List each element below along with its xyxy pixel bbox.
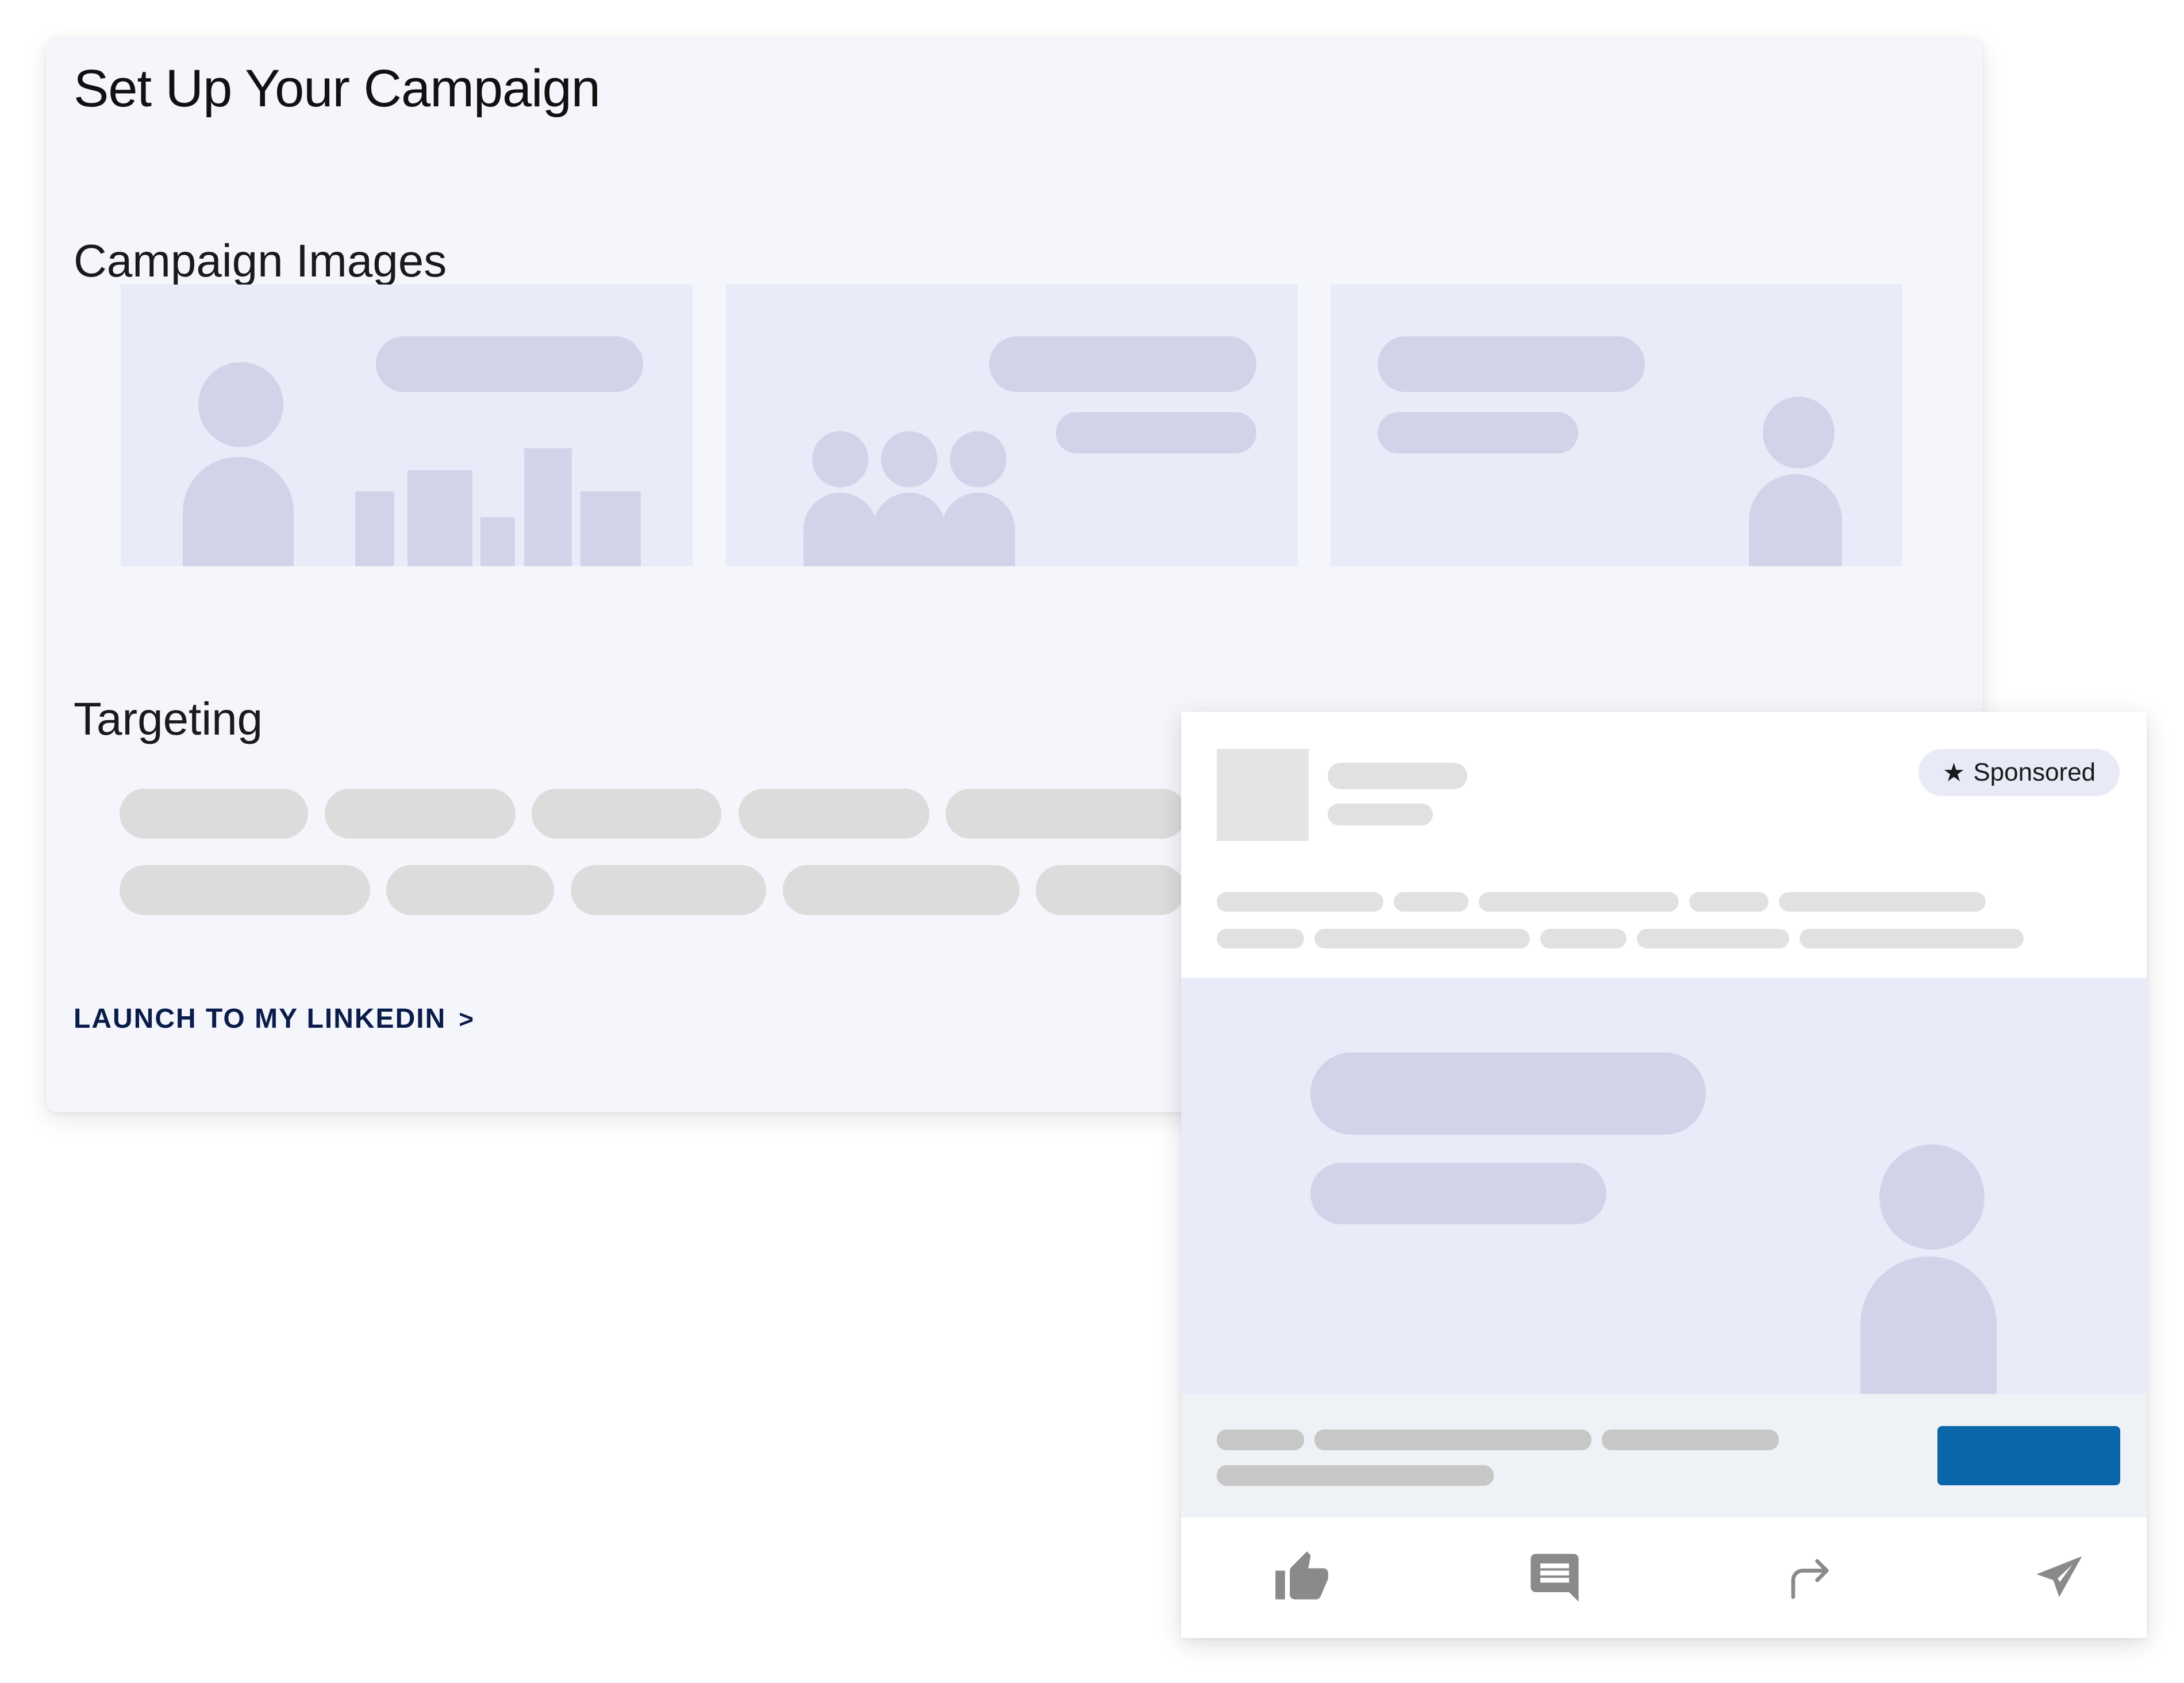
person-head-shape bbox=[950, 431, 1006, 487]
headline-placeholder bbox=[1378, 336, 1645, 392]
campaign-image-3[interactable] bbox=[1331, 285, 1902, 566]
subline-placeholder bbox=[1056, 412, 1256, 454]
sponsored-badge: ★ Sponsored bbox=[1918, 749, 2120, 796]
person-body-shape bbox=[1860, 1257, 1997, 1394]
post-text-placeholder bbox=[1314, 929, 1530, 948]
post-text-placeholder bbox=[1800, 929, 2024, 948]
post-text-placeholder bbox=[1217, 892, 1383, 912]
person-body-shape bbox=[872, 493, 946, 566]
post-text-placeholder bbox=[1479, 892, 1679, 912]
share-icon[interactable] bbox=[1779, 1549, 1836, 1607]
comment-icon[interactable] bbox=[1526, 1549, 1583, 1607]
targeting-chip[interactable] bbox=[325, 789, 516, 839]
headline-placeholder bbox=[989, 336, 1256, 392]
targeting-chip[interactable] bbox=[120, 865, 370, 915]
targeting-chip[interactable] bbox=[1036, 865, 1185, 915]
post-text-placeholder bbox=[1637, 929, 1789, 948]
targeting-chip[interactable] bbox=[532, 789, 721, 839]
subline-placeholder bbox=[1378, 412, 1578, 454]
headline-placeholder bbox=[376, 336, 643, 392]
person-head-shape bbox=[1879, 1144, 1985, 1250]
post-cta-footer bbox=[1181, 1394, 2147, 1517]
targeting-chip[interactable] bbox=[739, 789, 929, 839]
headline-text-placeholder bbox=[1314, 1430, 1591, 1450]
person-body-shape bbox=[941, 493, 1015, 566]
social-actions-bar bbox=[1181, 1517, 2147, 1638]
star-icon: ★ bbox=[1942, 758, 1966, 787]
launch-label: LAUNCH TO MY LINKEDIN bbox=[74, 1004, 447, 1034]
sponsored-post-preview: ★ Sponsored bbox=[1181, 712, 2147, 1638]
cta-button[interactable] bbox=[1937, 1426, 2120, 1485]
targeting-chip[interactable] bbox=[120, 789, 308, 839]
post-text-placeholder bbox=[1394, 892, 1468, 912]
person-body-shape bbox=[803, 493, 877, 566]
chart-bar-shape bbox=[407, 470, 472, 566]
headline-placeholder bbox=[1310, 1052, 1706, 1135]
subline-placeholder bbox=[1310, 1163, 1606, 1224]
campaign-image-1[interactable] bbox=[121, 285, 693, 566]
chart-bar-shape bbox=[480, 517, 515, 566]
chart-bar-shape bbox=[580, 491, 641, 566]
post-text-placeholder bbox=[1779, 892, 1986, 912]
campaign-image-2[interactable] bbox=[726, 285, 1298, 566]
targeting-chip[interactable] bbox=[386, 865, 554, 915]
page-title: Set Up Your Campaign bbox=[74, 59, 601, 118]
post-text-placeholder bbox=[1540, 929, 1627, 948]
campaign-images-heading: Campaign Images bbox=[74, 235, 447, 286]
targeting-chip[interactable] bbox=[783, 865, 1020, 915]
person-head-shape bbox=[1763, 397, 1835, 468]
followers-placeholder bbox=[1328, 804, 1433, 825]
person-body-shape bbox=[183, 457, 294, 566]
headline-text-placeholder bbox=[1602, 1430, 1779, 1450]
sponsored-label: Sponsored bbox=[1973, 758, 2096, 786]
post-text-placeholder bbox=[1689, 892, 1768, 912]
post-text-placeholder bbox=[1217, 929, 1304, 948]
domain-text-placeholder bbox=[1217, 1465, 1494, 1486]
person-head-shape bbox=[881, 431, 937, 487]
post-media-image[interactable] bbox=[1181, 978, 2147, 1394]
person-head-shape bbox=[198, 362, 283, 447]
person-body-shape bbox=[1749, 474, 1842, 566]
company-name-placeholder bbox=[1328, 763, 1467, 789]
send-icon[interactable] bbox=[2032, 1549, 2089, 1607]
targeting-chip[interactable] bbox=[571, 865, 766, 915]
launch-to-linkedin-link[interactable]: LAUNCH TO MY LINKEDIN > bbox=[74, 1003, 475, 1035]
chevron-right-icon: > bbox=[459, 1005, 475, 1033]
like-icon[interactable] bbox=[1273, 1549, 1331, 1607]
company-logo-placeholder bbox=[1217, 749, 1309, 841]
chart-bar-shape bbox=[524, 448, 572, 566]
targeting-heading: Targeting bbox=[74, 693, 263, 744]
headline-text-placeholder bbox=[1217, 1430, 1304, 1450]
chart-bar-shape bbox=[355, 491, 394, 566]
targeting-chip[interactable] bbox=[945, 789, 1187, 839]
person-head-shape bbox=[812, 431, 868, 487]
